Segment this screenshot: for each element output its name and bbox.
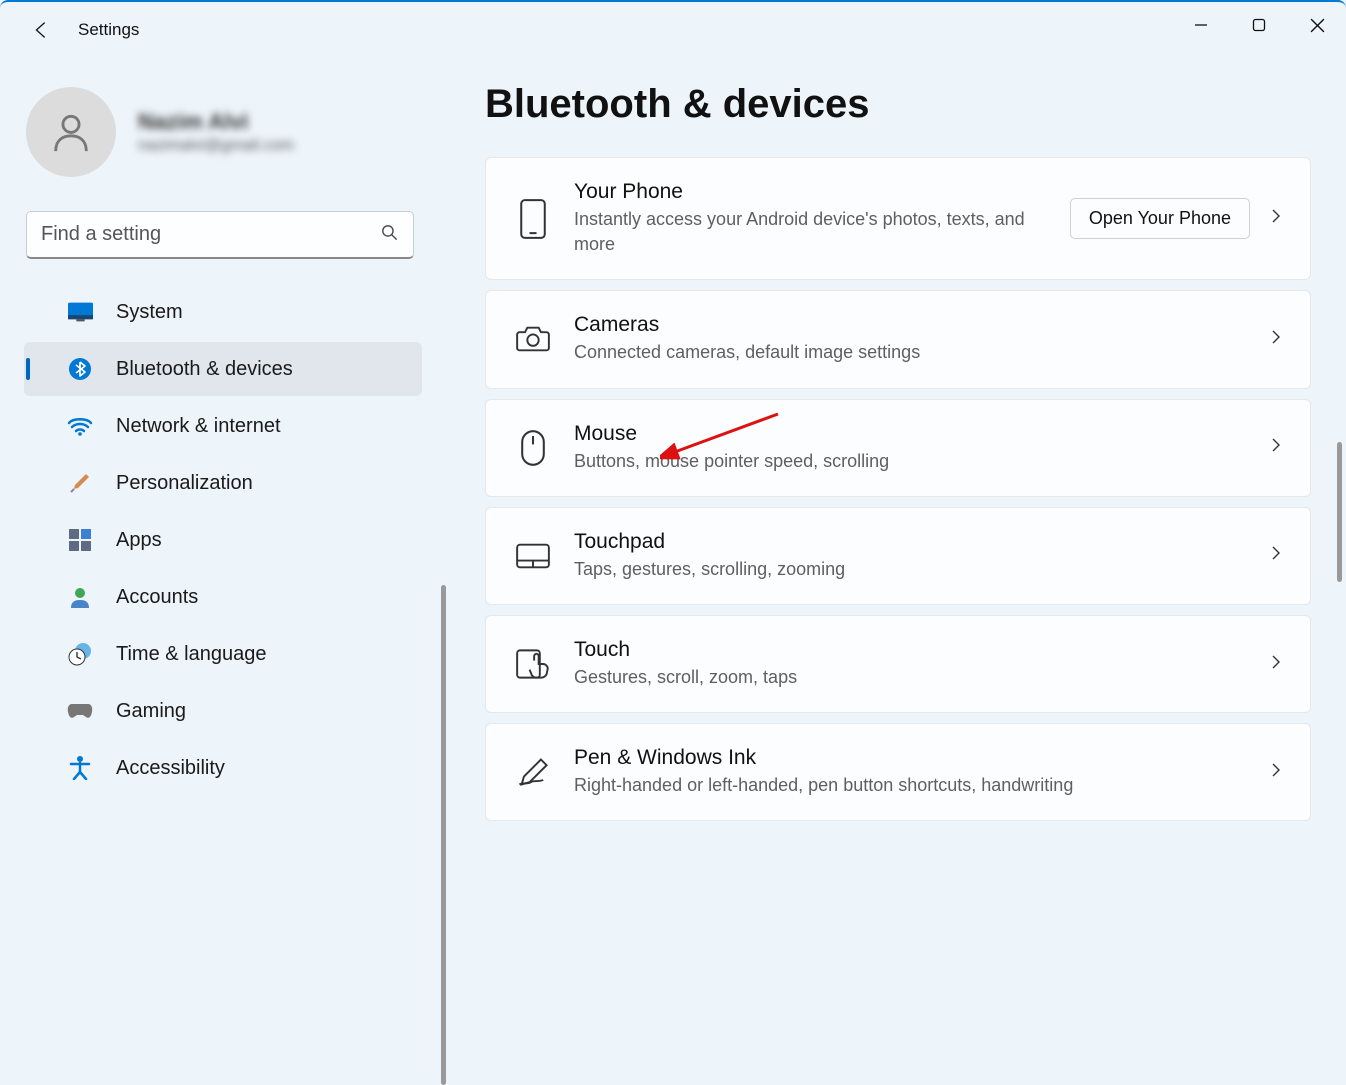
- card-text: Your Phone Instantly access your Android…: [574, 180, 1070, 257]
- wifi-icon: [66, 412, 94, 440]
- sidebar-item-accessibility[interactable]: Accessibility: [24, 741, 422, 795]
- card-subtitle: Buttons, mouse pointer speed, scrolling: [574, 449, 1268, 474]
- card-title: Touch: [574, 638, 1268, 662]
- card-text: Touch Gestures, scroll, zoom, taps: [574, 638, 1268, 690]
- gamepad-icon: [66, 697, 94, 725]
- nav-list: System Bluetooth & devices Network & int…: [0, 285, 440, 795]
- chevron-right-icon: [1268, 329, 1284, 350]
- card-title: Cameras: [574, 313, 1268, 337]
- sidebar-item-bluetooth-devices[interactable]: Bluetooth & devices: [24, 342, 422, 396]
- card-subtitle: Right-handed or left-handed, pen button …: [574, 773, 1268, 798]
- back-button[interactable]: [26, 15, 56, 45]
- window-controls: [1172, 2, 1346, 48]
- card-text: Touchpad Taps, gestures, scrolling, zoom…: [574, 530, 1268, 582]
- chevron-right-icon: [1268, 654, 1284, 675]
- sidebar-item-label: Time & language: [116, 643, 266, 666]
- user-name: Nazim Alvi: [138, 109, 294, 135]
- accessibility-icon: [66, 754, 94, 782]
- card-pen-windows-ink[interactable]: Pen & Windows Ink Right-handed or left-h…: [485, 723, 1311, 821]
- page-title: Bluetooth & devices: [485, 82, 1311, 127]
- brush-icon: [66, 469, 94, 497]
- search-box[interactable]: [26, 211, 414, 259]
- sidebar-item-system[interactable]: System: [24, 285, 422, 339]
- card-text: Cameras Connected cameras, default image…: [574, 313, 1268, 365]
- bluetooth-icon: [66, 355, 94, 383]
- app-title: Settings: [78, 20, 139, 40]
- sidebar-item-personalization[interactable]: Personalization: [24, 456, 422, 510]
- mouse-icon: [512, 427, 554, 469]
- card-touchpad[interactable]: Touchpad Taps, gestures, scrolling, zoom…: [485, 507, 1311, 605]
- sidebar-item-label: System: [116, 301, 183, 324]
- user-account-button[interactable]: Nazim Alvi nazimalvi@gmail.com: [0, 72, 440, 187]
- sidebar-item-label: Apps: [116, 529, 162, 552]
- sidebar-item-label: Personalization: [116, 472, 253, 495]
- titlebar: Settings: [0, 2, 1346, 58]
- sidebar-item-network[interactable]: Network & internet: [24, 399, 422, 453]
- search-icon: [380, 223, 399, 247]
- sidebar-scrollbar[interactable]: [441, 585, 446, 1085]
- sidebar-item-label: Bluetooth & devices: [116, 358, 293, 381]
- sidebar-item-time-language[interactable]: Time & language: [24, 627, 422, 681]
- card-subtitle: Gestures, scroll, zoom, taps: [574, 665, 1268, 690]
- card-text: Pen & Windows Ink Right-handed or left-h…: [574, 746, 1268, 798]
- sidebar-item-accounts[interactable]: Accounts: [24, 570, 422, 624]
- minimize-button[interactable]: [1172, 2, 1230, 48]
- card-text: Mouse Buttons, mouse pointer speed, scro…: [574, 422, 1268, 474]
- sidebar-item-label: Gaming: [116, 700, 186, 723]
- sidebar-item-label: Accessibility: [116, 757, 225, 780]
- chevron-right-icon: [1268, 437, 1284, 458]
- monitor-icon: [66, 298, 94, 326]
- sidebar-item-apps[interactable]: Apps: [24, 513, 422, 567]
- card-title: Mouse: [574, 422, 1268, 446]
- card-title: Touchpad: [574, 530, 1268, 554]
- chevron-right-icon: [1268, 762, 1284, 783]
- open-your-phone-button[interactable]: Open Your Phone: [1070, 198, 1250, 239]
- camera-icon: [512, 318, 554, 360]
- main-scrollbar[interactable]: [1337, 442, 1342, 582]
- card-title: Your Phone: [574, 180, 1070, 204]
- search-input[interactable]: [41, 223, 380, 246]
- chevron-right-icon: [1268, 208, 1284, 229]
- card-title: Pen & Windows Ink: [574, 746, 1268, 770]
- main-content: Bluetooth & devices Your Phone Instantly…: [485, 82, 1311, 831]
- card-mouse[interactable]: Mouse Buttons, mouse pointer speed, scro…: [485, 399, 1311, 497]
- phone-icon: [512, 198, 554, 240]
- apps-icon: [66, 526, 94, 554]
- card-cameras[interactable]: Cameras Connected cameras, default image…: [485, 290, 1311, 388]
- touchpad-icon: [512, 535, 554, 577]
- card-subtitle: Taps, gestures, scrolling, zooming: [574, 557, 1268, 582]
- maximize-button[interactable]: [1230, 2, 1288, 48]
- user-info: Nazim Alvi nazimalvi@gmail.com: [138, 109, 294, 155]
- avatar: [26, 87, 116, 177]
- sidebar-item-label: Accounts: [116, 586, 198, 609]
- sidebar-item-gaming[interactable]: Gaming: [24, 684, 422, 738]
- touch-icon: [512, 643, 554, 685]
- user-email: nazimalvi@gmail.com: [138, 137, 294, 155]
- card-subtitle: Connected cameras, default image setting…: [574, 340, 1268, 365]
- chevron-right-icon: [1268, 545, 1284, 566]
- close-button[interactable]: [1288, 2, 1346, 48]
- clock-icon: [66, 640, 94, 668]
- sidebar-item-label: Network & internet: [116, 415, 281, 438]
- person-icon: [66, 583, 94, 611]
- card-touch[interactable]: Touch Gestures, scroll, zoom, taps: [485, 615, 1311, 713]
- pen-icon: [512, 751, 554, 793]
- card-subtitle: Instantly access your Android device's p…: [574, 207, 1070, 257]
- card-your-phone[interactable]: Your Phone Instantly access your Android…: [485, 157, 1311, 280]
- sidebar: Nazim Alvi nazimalvi@gmail.com System Bl…: [0, 72, 440, 835]
